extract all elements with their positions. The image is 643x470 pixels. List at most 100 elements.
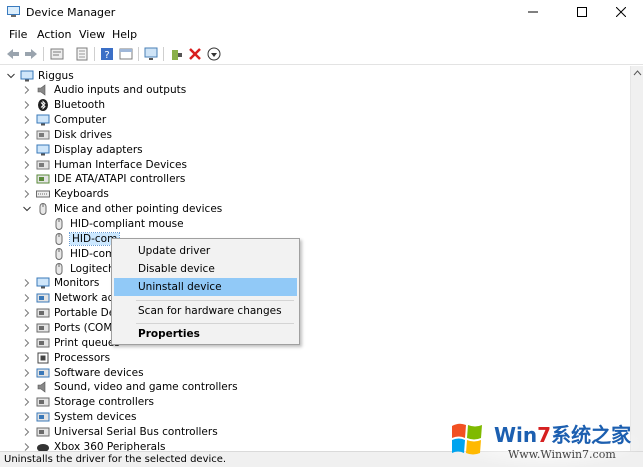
tree-root[interactable]: Riggus bbox=[6, 68, 74, 83]
tree-category-item[interactable]: Keyboards bbox=[22, 187, 109, 202]
chevron-right-icon[interactable] bbox=[22, 130, 32, 140]
tree-category-item[interactable]: Storage controllers bbox=[22, 395, 154, 410]
chevron-right-icon[interactable] bbox=[22, 338, 32, 348]
chevron-right-icon[interactable] bbox=[22, 308, 32, 318]
tree-category-item[interactable]: System devices bbox=[22, 410, 136, 425]
storage-icon bbox=[36, 397, 50, 407]
disk-icon bbox=[36, 130, 50, 140]
show-hidden-icon[interactable] bbox=[74, 46, 90, 62]
chevron-down-icon[interactable] bbox=[22, 204, 32, 214]
tree-item-label: Sound, video and game controllers bbox=[54, 381, 238, 394]
monitor-scan-icon[interactable] bbox=[143, 46, 159, 62]
title-bar[interactable]: Device Manager bbox=[0, 0, 643, 24]
window-title: Device Manager bbox=[26, 6, 116, 19]
tree-item-label: Print queues bbox=[54, 336, 120, 349]
chevron-right-icon[interactable] bbox=[22, 174, 32, 184]
close-icon bbox=[616, 7, 626, 17]
tree-category-item[interactable]: Xbox 360 Peripherals bbox=[22, 439, 165, 451]
chevron-right-icon[interactable] bbox=[22, 397, 32, 407]
tree-category-item[interactable]: Software devices bbox=[22, 365, 144, 380]
xbox-icon bbox=[37, 443, 49, 451]
uninstall-x-icon[interactable] bbox=[187, 46, 203, 62]
chevron-right-icon[interactable] bbox=[22, 412, 32, 422]
chevron-right-icon[interactable] bbox=[22, 145, 32, 155]
minimize-button[interactable] bbox=[511, 0, 555, 24]
maximize-icon bbox=[577, 7, 587, 17]
menu-help[interactable]: Help bbox=[112, 28, 137, 41]
tree-category-item[interactable]: Display adapters bbox=[22, 142, 143, 157]
uninstall-device-menu-item[interactable]: Uninstall device bbox=[114, 278, 297, 296]
download-icon[interactable] bbox=[206, 46, 222, 62]
tree-item-label: Monitors bbox=[54, 277, 100, 290]
watermark: Win7系统之家 Www.Winwin7.com bbox=[446, 416, 643, 469]
tree-device-item[interactable]: HID-com bbox=[38, 231, 121, 246]
window-icon[interactable] bbox=[118, 46, 134, 62]
tree-category-item[interactable]: IDE ATA/ATAPI controllers bbox=[22, 172, 185, 187]
toolbar-separator bbox=[94, 47, 95, 61]
svg-text:?: ? bbox=[104, 50, 109, 61]
help-icon[interactable]: ? bbox=[99, 46, 115, 62]
portable-icon bbox=[36, 308, 50, 318]
chevron-right-icon[interactable] bbox=[22, 100, 32, 110]
mouse-icon bbox=[39, 203, 47, 216]
tree-item-label: Storage controllers bbox=[54, 396, 154, 409]
tree-item-label: Keyboards bbox=[54, 188, 109, 201]
tree-category-item[interactable]: Processors bbox=[22, 350, 110, 365]
chevron-right-icon[interactable] bbox=[22, 368, 32, 378]
forward-arrow-icon[interactable] bbox=[23, 46, 39, 62]
tree-item-label: Mice and other pointing devices bbox=[54, 203, 223, 216]
menu-file[interactable]: File bbox=[9, 28, 27, 41]
chevron-right-icon[interactable] bbox=[22, 353, 32, 363]
tree-category-item[interactable]: Mice and other pointing devices bbox=[22, 202, 222, 217]
properties-icon[interactable] bbox=[49, 46, 65, 62]
back-arrow-icon[interactable] bbox=[5, 46, 21, 62]
maximize-button[interactable] bbox=[560, 0, 604, 24]
chevron-right-icon[interactable] bbox=[22, 427, 32, 437]
tree-category-item[interactable]: Network ada bbox=[22, 291, 121, 306]
chevron-right-icon[interactable] bbox=[22, 278, 32, 288]
tree-device-item[interactable]: HID-com bbox=[38, 246, 115, 261]
chevron-right-icon[interactable] bbox=[22, 323, 32, 333]
chevron-right-icon[interactable] bbox=[22, 293, 32, 303]
chevron-right-icon[interactable] bbox=[22, 85, 32, 95]
mouse-icon bbox=[55, 232, 63, 245]
tree-category-item[interactable]: Print queues bbox=[22, 335, 120, 350]
update-driver-menu-item[interactable]: Update driver bbox=[114, 242, 297, 260]
tree-device-item[interactable]: Logitech bbox=[38, 261, 115, 276]
network-icon bbox=[36, 293, 50, 303]
minimize-icon bbox=[528, 11, 538, 13]
menu-view[interactable]: View bbox=[79, 28, 105, 41]
tree-category-item[interactable]: Disk drives bbox=[22, 127, 112, 142]
tree-item-label: Universal Serial Bus controllers bbox=[54, 425, 218, 438]
vertical-scrollbar[interactable] bbox=[630, 66, 643, 451]
properties-menu-item[interactable]: Properties bbox=[114, 325, 297, 343]
chevron-right-icon[interactable] bbox=[22, 382, 32, 392]
tree-category-item[interactable]: Bluetooth bbox=[22, 98, 105, 113]
processor-icon bbox=[37, 352, 49, 364]
tree-category-item[interactable]: Sound, video and game controllers bbox=[22, 380, 238, 395]
tree-category-item[interactable]: Audio inputs and outputs bbox=[22, 83, 186, 98]
scroll-up-icon[interactable] bbox=[631, 68, 643, 78]
system-icon bbox=[36, 412, 50, 422]
tree-category-item[interactable]: Human Interface Devices bbox=[22, 157, 187, 172]
disable-device-menu-item[interactable]: Disable device bbox=[114, 260, 297, 278]
chevron-right-icon[interactable] bbox=[22, 160, 32, 170]
tree-category-item[interactable]: Universal Serial Bus controllers bbox=[22, 424, 218, 439]
tree-category-item[interactable]: Portable Dev bbox=[22, 306, 121, 321]
chevron-down-icon[interactable] bbox=[6, 71, 16, 81]
tree-device-item[interactable]: HID-compliant mouse bbox=[38, 217, 184, 232]
chevron-right-icon[interactable] bbox=[22, 189, 32, 199]
scan-hardware-menu-item[interactable]: Scan for hardware changes bbox=[114, 302, 297, 320]
chevron-right-icon[interactable] bbox=[22, 115, 32, 125]
tree-category-item[interactable]: Computer bbox=[22, 113, 106, 128]
tree-category-item[interactable]: Monitors bbox=[22, 276, 99, 291]
bluetooth-icon bbox=[38, 99, 48, 112]
chevron-right-icon[interactable] bbox=[22, 442, 32, 451]
toolbar-separator bbox=[163, 47, 164, 61]
add-driver-icon[interactable] bbox=[169, 46, 185, 62]
tree-category-item[interactable]: Ports (COM & bbox=[22, 320, 124, 335]
tree-item-label: Disk drives bbox=[54, 128, 112, 141]
menu-action[interactable]: Action bbox=[37, 28, 71, 41]
tree-item-label: Logitech bbox=[70, 262, 115, 275]
close-button[interactable] bbox=[599, 0, 643, 24]
